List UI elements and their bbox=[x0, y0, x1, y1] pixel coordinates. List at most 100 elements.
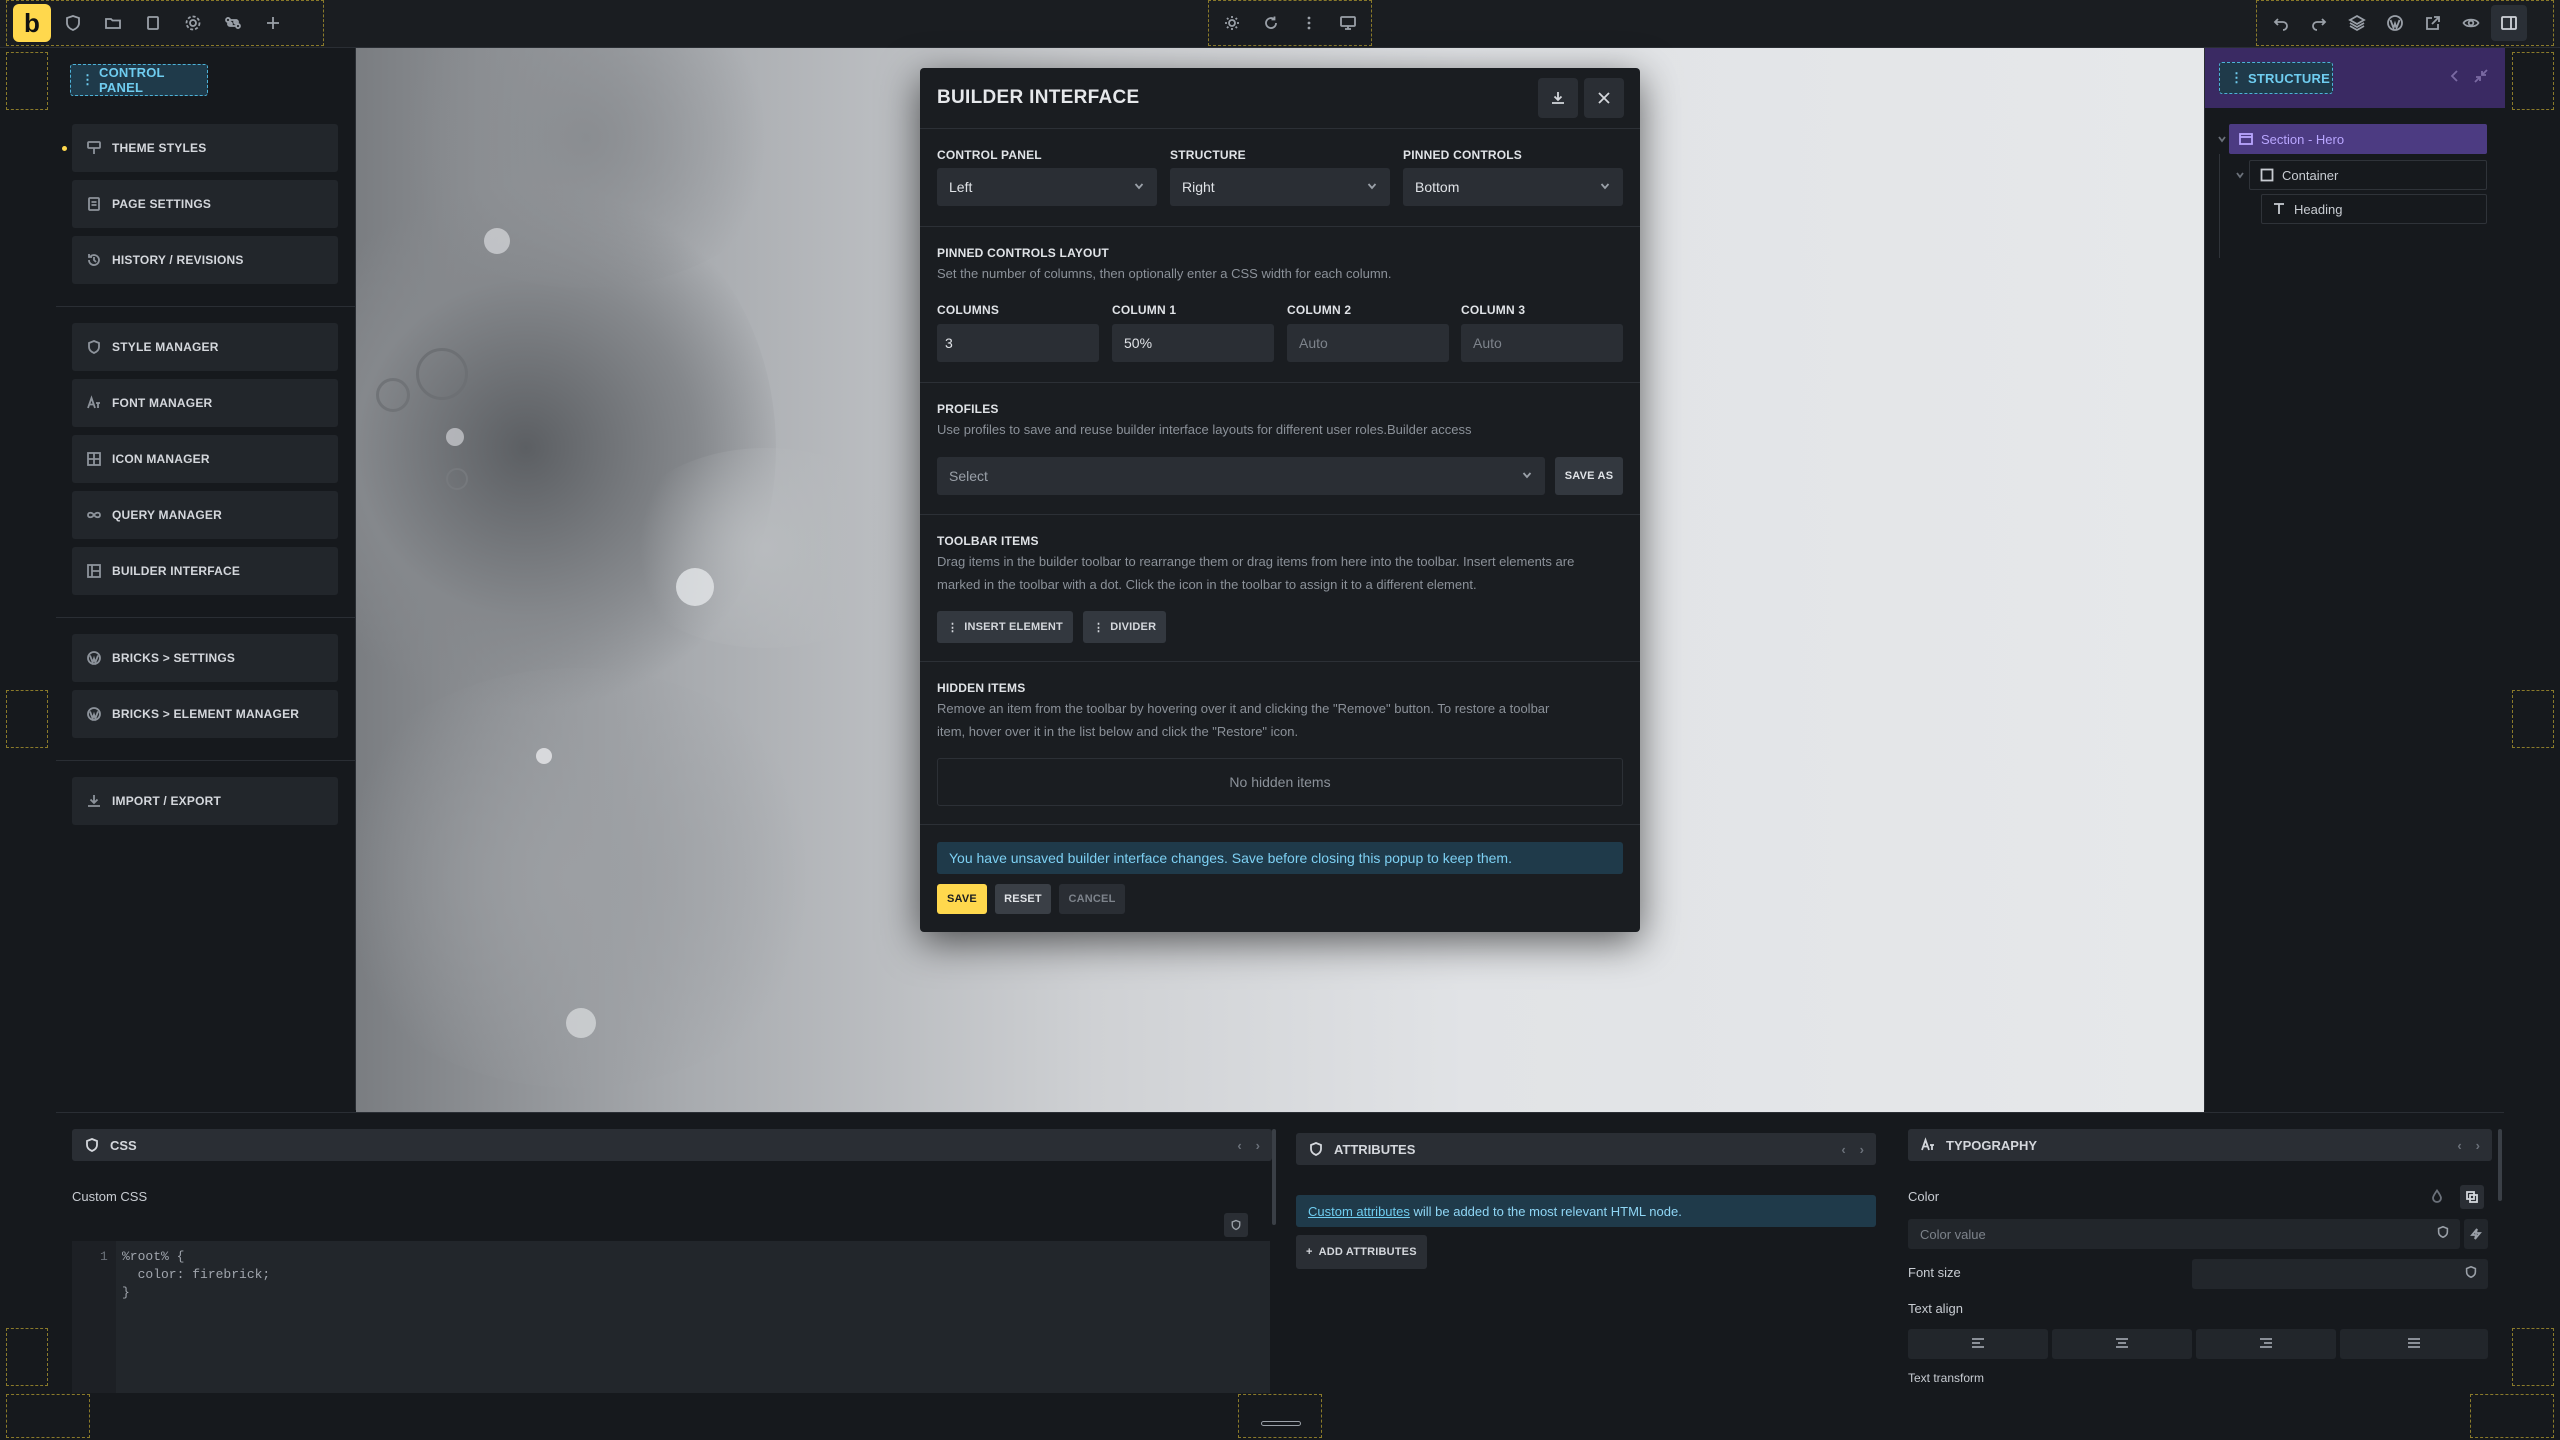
more-vertical-icon[interactable] bbox=[1292, 5, 1327, 41]
wordpress-icon[interactable] bbox=[2377, 5, 2413, 41]
chevron-right-icon[interactable]: › bbox=[1860, 1142, 1864, 1157]
page-icon bbox=[86, 196, 102, 212]
nav-font-manager[interactable]: FONT MANAGER bbox=[72, 379, 338, 427]
layers-icon[interactable] bbox=[2339, 5, 2375, 41]
scrollbar[interactable] bbox=[1272, 1129, 1276, 1225]
profiles-select[interactable]: Select bbox=[937, 457, 1545, 495]
control-panel-tag[interactable]: ⋮ CONTROL PANEL bbox=[70, 64, 208, 96]
add-attributes-button[interactable]: + ADD ATTRIBUTES bbox=[1296, 1235, 1427, 1269]
line-number: 1 bbox=[100, 1249, 108, 1264]
tree-item-heading[interactable]: Heading bbox=[2261, 194, 2487, 224]
columns-input[interactable]: 3 bbox=[937, 324, 1099, 362]
cancel-button[interactable]: CANCEL bbox=[1059, 884, 1125, 914]
toolbar-left-group: b bbox=[6, 0, 324, 46]
drop-icon[interactable] bbox=[2430, 1189, 2444, 1203]
chevron-left-icon[interactable]: ‹ bbox=[1841, 1142, 1845, 1157]
font-icon bbox=[86, 395, 102, 411]
lightning-icon[interactable] bbox=[2464, 1219, 2488, 1249]
nav-import-export[interactable]: IMPORT / EXPORT bbox=[72, 777, 338, 825]
column-1-label: COLUMN 1 bbox=[1112, 303, 1177, 317]
wordpress-icon bbox=[86, 706, 102, 722]
chevron-right-icon[interactable]: › bbox=[1256, 1138, 1260, 1153]
toolbar-items-heading: TOOLBAR ITEMS bbox=[937, 534, 1039, 548]
desktop-icon[interactable] bbox=[1331, 5, 1366, 41]
structure-select[interactable]: Right bbox=[1170, 168, 1390, 206]
shield-icon[interactable] bbox=[55, 5, 91, 41]
scrollbar[interactable] bbox=[2498, 1129, 2502, 1201]
attributes-panel-header[interactable]: ATTRIBUTES ‹ › bbox=[1296, 1133, 1876, 1165]
close-icon[interactable] bbox=[1584, 78, 1624, 118]
css-code-editor[interactable]: 1 %root% { color: firebrick; } bbox=[72, 1241, 1270, 1393]
command-icon[interactable] bbox=[215, 5, 251, 41]
hidden-items-heading: HIDDEN ITEMS bbox=[937, 681, 1026, 695]
custom-attributes-link[interactable]: Custom attributes bbox=[1308, 1204, 1410, 1219]
undo-icon[interactable] bbox=[2263, 5, 2299, 41]
unsaved-notice: You have unsaved builder interface chang… bbox=[937, 842, 1623, 874]
external-link-icon[interactable] bbox=[2415, 5, 2451, 41]
shield-icon[interactable] bbox=[2464, 1265, 2478, 1279]
sun-icon[interactable] bbox=[1215, 5, 1250, 41]
css-panel-header[interactable]: CSS ‹ › bbox=[72, 1129, 1272, 1161]
css-expand-icon[interactable] bbox=[1224, 1213, 1248, 1237]
reset-button[interactable]: RESET bbox=[995, 884, 1051, 914]
nav-bricks-settings[interactable]: BRICKS > SETTINGS bbox=[72, 634, 338, 682]
nav-theme-styles[interactable]: THEME STYLES bbox=[72, 124, 338, 172]
text-align-label: Text align bbox=[1908, 1301, 1963, 1316]
tree-item-section[interactable]: Section - Hero bbox=[2229, 124, 2487, 154]
structure-tag[interactable]: ⋮ STRUCTURE bbox=[2219, 62, 2333, 94]
chevron-right-icon[interactable]: › bbox=[2476, 1138, 2480, 1153]
nav-query-manager[interactable]: QUERY MANAGER bbox=[72, 491, 338, 539]
panel-icon[interactable] bbox=[2491, 5, 2527, 41]
toolbar-chip-insert-element[interactable]: ⋮ INSERT ELEMENT bbox=[937, 611, 1073, 643]
column-1-input[interactable]: 50% bbox=[1112, 324, 1274, 362]
pinned-controls-select[interactable]: Bottom bbox=[1403, 168, 1623, 206]
plus-icon[interactable] bbox=[255, 5, 291, 41]
chevron-left-icon[interactable]: ‹ bbox=[1237, 1138, 1241, 1153]
font-size-input[interactable] bbox=[2192, 1259, 2488, 1289]
eye-icon[interactable] bbox=[2453, 5, 2489, 41]
align-justify-icon[interactable] bbox=[2340, 1329, 2488, 1359]
control-panel-select[interactable]: Left bbox=[937, 168, 1157, 206]
nav-page-settings[interactable]: PAGE SETTINGS bbox=[72, 180, 338, 228]
tree-item-container[interactable]: Container bbox=[2249, 160, 2487, 190]
nav-style-manager[interactable]: STYLE MANAGER bbox=[72, 323, 338, 371]
chevron-left-icon[interactable]: ‹ bbox=[2457, 1138, 2461, 1153]
shield-icon[interactable] bbox=[2436, 1225, 2450, 1239]
folder-icon[interactable] bbox=[95, 5, 131, 41]
chevron-down-icon bbox=[1599, 180, 1611, 192]
nav-icon-manager[interactable]: ICON MANAGER bbox=[72, 435, 338, 483]
align-center-icon[interactable] bbox=[2052, 1329, 2192, 1359]
column-2-input[interactable]: Auto bbox=[1287, 324, 1449, 362]
save-button[interactable]: SAVE bbox=[937, 884, 987, 914]
pinned-controls: CSS ‹ › Custom CSS 1 %root% { color: fire… bbox=[56, 1112, 2504, 1393]
redo-icon[interactable] bbox=[2301, 5, 2337, 41]
chevron-down-icon bbox=[1133, 180, 1145, 192]
typography-panel-header[interactable]: TYPOGRAPHY ‹ › bbox=[1908, 1129, 2492, 1161]
refresh-icon[interactable] bbox=[1254, 5, 1289, 41]
save-as-button[interactable]: SAVE AS bbox=[1555, 457, 1623, 495]
infinity-icon bbox=[86, 507, 102, 523]
gear-icon[interactable] bbox=[175, 5, 211, 41]
download-icon bbox=[86, 793, 102, 809]
chevron-down-icon[interactable] bbox=[2235, 170, 2245, 180]
align-left-icon[interactable] bbox=[1908, 1329, 2048, 1359]
bottom-right-dock-zone bbox=[2470, 1394, 2554, 1438]
chevron-down-icon[interactable] bbox=[2217, 134, 2227, 144]
nav-bricks-element-manager[interactable]: BRICKS > ELEMENT MANAGER bbox=[72, 690, 338, 738]
align-right-icon[interactable] bbox=[2196, 1329, 2336, 1359]
pages-icon[interactable] bbox=[135, 5, 171, 41]
toolbar-chip-divider[interactable]: ⋮ DIVIDER bbox=[1083, 611, 1167, 643]
nav-builder-interface[interactable]: BUILDER INTERFACE bbox=[72, 547, 338, 595]
collapse-icon[interactable] bbox=[2473, 68, 2489, 84]
nav-history-revisions[interactable]: HISTORY / REVISIONS bbox=[72, 236, 338, 284]
modal-title: BUILDER INTERFACE bbox=[937, 87, 1140, 108]
download-icon[interactable] bbox=[1538, 78, 1578, 118]
toolbar-center-group bbox=[1208, 0, 1372, 46]
nav-divider bbox=[56, 617, 356, 618]
bottom-left-dock-zone bbox=[6, 1394, 90, 1438]
chevron-left-icon[interactable] bbox=[2447, 68, 2463, 84]
color-value-input[interactable]: Color value bbox=[1908, 1219, 2460, 1249]
color-picker-icon[interactable] bbox=[2460, 1185, 2484, 1209]
bricks-logo[interactable]: b bbox=[13, 4, 51, 42]
column-3-input[interactable]: Auto bbox=[1461, 324, 1623, 362]
